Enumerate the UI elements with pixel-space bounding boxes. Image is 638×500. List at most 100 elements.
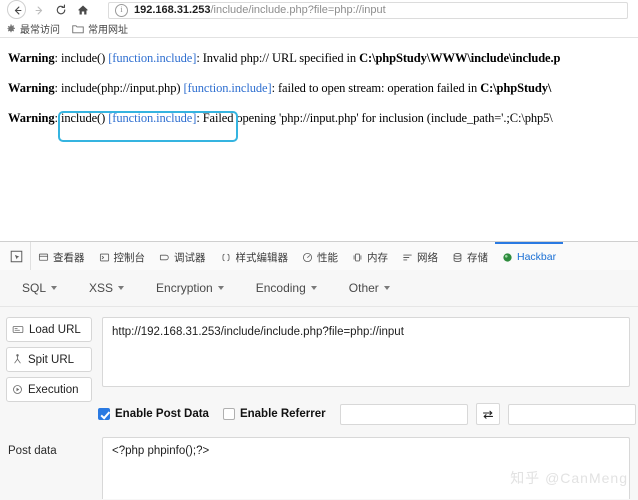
warning-function: include() (60, 51, 106, 65)
button-label: Load URL (29, 323, 81, 336)
home-button[interactable] (72, 1, 94, 20)
tab-label: 网络 (417, 251, 438, 264)
chevron-down-icon (118, 286, 125, 290)
tab-label: 性能 (317, 251, 338, 264)
url-input[interactable] (102, 317, 630, 387)
tab-performance[interactable]: 性能 (295, 242, 345, 270)
enable-post-data-checkbox[interactable] (98, 408, 110, 420)
tab-label: 查看器 (53, 251, 85, 264)
back-button[interactable] (6, 0, 28, 20)
enable-referrer-checkbox[interactable] (222, 408, 235, 420)
bookmark-label: 常用网址 (88, 25, 128, 36)
spit-url-button[interactable]: Spit URL (6, 347, 92, 372)
warning-prefix: Warning (8, 51, 55, 65)
button-label: Execution (28, 383, 79, 396)
storage-icon (452, 252, 463, 263)
element-picker-icon[interactable] (2, 242, 31, 270)
hackbar-panel: SQL XSS Encryption Encoding Other Load U… (0, 270, 638, 500)
post-data-input[interactable] (102, 437, 630, 499)
warning-message: : Invalid php:// URL specified in (196, 51, 360, 65)
menu-encryption[interactable]: Encryption (156, 281, 224, 295)
php-warning-line: Warning: include() [function.include]: I… (8, 51, 561, 65)
debugger-icon (159, 252, 170, 263)
referrer-input-right[interactable] (507, 403, 636, 425)
menu-label: Other (348, 281, 379, 295)
menu-encoding[interactable]: Encoding (256, 281, 317, 295)
hackbar-icon (502, 252, 513, 263)
post-data-label: Post data (8, 445, 57, 457)
memory-icon (352, 252, 363, 263)
tab-memory[interactable]: 内存 (345, 242, 395, 270)
style-editor-icon (220, 252, 232, 263)
tab-label: 控制台 (113, 251, 146, 264)
navigation-toolbar: i 192.168.31.253/include/include.php?fil… (0, 0, 638, 20)
tab-label: 存储 (467, 251, 488, 264)
chevron-down-icon (51, 286, 58, 290)
tab-console[interactable]: 控制台 (92, 242, 153, 270)
php-warning-line: Warning: include() [function.include]: F… (8, 111, 553, 125)
site-info-icon[interactable]: i (115, 3, 128, 17)
warning-path: C:\phpStudy\WWW\include\include.p (359, 51, 561, 65)
function-include-link[interactable]: [function.include] (183, 81, 271, 95)
bookmark-label: 最常访问 (20, 25, 60, 36)
tab-label: 样式编辑器 (235, 251, 289, 264)
inspector-icon (38, 252, 49, 263)
forward-button[interactable] (28, 1, 50, 20)
menu-sql[interactable]: SQL (22, 281, 58, 295)
function-include-link[interactable]: [function.include] (108, 51, 196, 65)
page-content: Warning: include() [function.include]: I… (0, 39, 638, 241)
tab-hackbar[interactable]: Hackbar (495, 242, 564, 270)
bookmarks-bar: 最常访问 常用网址 (0, 20, 638, 38)
gear-icon (6, 23, 16, 34)
hackbar-options-row: Enable Post Data Enable Referrer (98, 402, 636, 426)
chevron-down-icon (383, 286, 390, 290)
php-warning-line: Warning: include(php://input.php) [funct… (8, 81, 552, 95)
spit-url-icon (12, 354, 23, 365)
reload-button[interactable] (50, 1, 72, 20)
warning-prefix: Warning (8, 81, 55, 95)
button-label: Spit URL (28, 353, 75, 366)
hackbar-menubar: SQL XSS Encryption Encoding Other (0, 270, 638, 307)
tab-network[interactable]: 网络 (395, 242, 445, 270)
tab-label: 调试器 (174, 251, 206, 264)
tab-storage[interactable]: 存储 (445, 242, 495, 270)
warning-prefix: Warning (8, 111, 55, 125)
performance-icon (302, 252, 313, 263)
address-bar[interactable]: i 192.168.31.253/include/include.php?fil… (108, 1, 628, 19)
address-bar-host: 192.168.31.253 (134, 4, 211, 16)
menu-label: XSS (89, 281, 114, 295)
load-url-icon (12, 324, 24, 335)
bookmark-most-visited[interactable]: 最常访问 (6, 21, 60, 36)
address-bar-path: /include/include.php?file=php://input (210, 4, 386, 16)
devtools-tabbar: 查看器 控制台 调试器 样式编辑器 性能 内存 网络 存储 Hackbar (0, 242, 638, 271)
warning-function: include() (60, 111, 106, 125)
bookmark-common-sites[interactable]: 常用网址 (72, 21, 128, 36)
tab-style-editor[interactable]: 样式编辑器 (213, 242, 296, 270)
menu-label: Encryption (156, 281, 213, 295)
chevron-down-icon (310, 286, 317, 290)
warning-message: : Failed opening 'php://input.php' for i… (196, 111, 553, 125)
hackbar-body: Load URL Spit URL Execution Enable Post … (0, 307, 638, 500)
menu-label: Encoding (255, 281, 306, 295)
tab-label: Hackbar (517, 251, 557, 263)
function-include-link[interactable]: [function.include] (108, 111, 196, 125)
tab-debugger[interactable]: 调试器 (152, 242, 213, 270)
load-url-button[interactable]: Load URL (6, 317, 92, 342)
network-icon (402, 252, 413, 263)
menu-label: SQL (22, 281, 47, 295)
menu-other[interactable]: Other (349, 281, 390, 295)
warning-message: : failed to open stream: operation faile… (271, 81, 481, 95)
warning-path: C:\phpStudy\ (480, 81, 552, 95)
enable-post-data-label: Enable Post Data (115, 408, 209, 420)
menu-xss[interactable]: XSS (89, 281, 125, 295)
console-icon (99, 252, 110, 263)
folder-icon (72, 24, 84, 34)
browser-chrome: i 192.168.31.253/include/include.php?fil… (0, 0, 638, 38)
execution-icon (12, 384, 23, 395)
execution-button[interactable]: Execution (6, 377, 92, 402)
warning-function: include(php://input.php) (60, 81, 181, 95)
swap-icon[interactable] (475, 403, 500, 425)
chevron-down-icon (217, 286, 224, 290)
referrer-input-left[interactable] (339, 403, 468, 425)
tab-inspector[interactable]: 查看器 (31, 242, 92, 270)
